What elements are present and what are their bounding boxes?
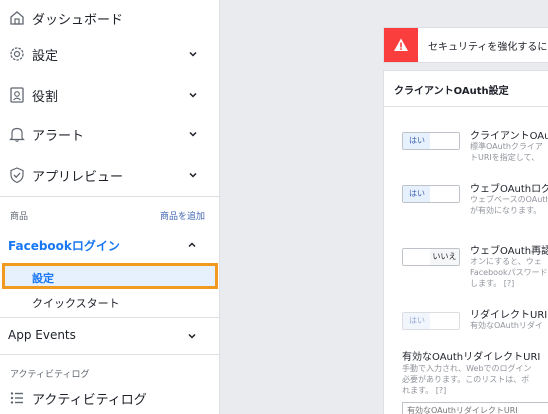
- sidebar-subitem-settings-selected[interactable]: 設定: [2, 263, 218, 289]
- sidebar: ダッシュボード 設定 役割 アラート アプリレビュー 商品 商品を追加 Face…: [0, 0, 220, 414]
- chevron-down-icon: [189, 131, 197, 137]
- toggle-no-label: [430, 186, 459, 202]
- chevron-down-icon: [188, 333, 196, 339]
- setting-desc: が有効になります。: [470, 206, 542, 215]
- sidebar-item-roles[interactable]: 役割: [0, 77, 220, 113]
- sidebar-item-facebook-login[interactable]: Facebookログイン: [8, 237, 120, 254]
- toggle-yes-label: [403, 249, 431, 265]
- home-icon: [10, 11, 24, 25]
- chevron-up-icon: [188, 242, 196, 248]
- toggle-yes-label: はい: [403, 313, 431, 329]
- bell-icon: [9, 127, 25, 142]
- sidebar-subitem-label: 設定: [32, 272, 54, 285]
- warning-icon: [394, 38, 408, 51]
- setting-title: ウェブOAuthログ: [470, 184, 548, 195]
- web-oauth-login-toggle[interactable]: はい: [402, 185, 460, 203]
- setting-desc: トURIを指定して、: [470, 153, 540, 162]
- setting-desc: オンにすると、ウェ: [470, 257, 542, 266]
- web-oauth-reauth-toggle[interactable]: いいえ: [402, 248, 460, 266]
- divider: [0, 317, 220, 318]
- sidebar-item-activity-log[interactable]: アクティビティログ: [0, 382, 220, 414]
- redirect-uri-field-desc: 必要があります。このリストは、ボ: [402, 375, 530, 384]
- redirect-uri-field-desc: れます。 [?]: [402, 386, 447, 395]
- sidebar-item-label: アラート: [32, 128, 85, 144]
- chevron-down-icon: [189, 92, 197, 98]
- sidebar-item-label: アクティビティログ: [32, 392, 147, 408]
- gear-icon: [10, 47, 24, 61]
- redirect-uri-input[interactable]: [402, 402, 548, 414]
- toggle-no-label: いいえ: [430, 249, 459, 265]
- toggle-yes-label: はい: [403, 133, 431, 149]
- activity-section-label: アクティビティログ: [10, 370, 90, 380]
- toggle-no-label: [430, 313, 459, 329]
- shield-check-icon: [10, 167, 24, 184]
- card-header: クライアントOAuth設定: [384, 71, 548, 107]
- list-icon: [10, 392, 23, 404]
- sidebar-item-alerts[interactable]: アラート: [0, 116, 220, 152]
- setting-title: ウェブOAuth再認: [470, 246, 548, 257]
- divider: [0, 354, 220, 355]
- add-product-link[interactable]: 商品を追加: [160, 209, 205, 222]
- sidebar-item-app-review[interactable]: アプリレビュー: [0, 157, 220, 193]
- setting-title: クライアントOAu: [470, 131, 548, 142]
- id-card-icon: [10, 87, 24, 103]
- card-title: クライアントOAuth設定: [394, 86, 509, 97]
- sidebar-item-label: 役割: [32, 89, 59, 105]
- chevron-down-icon: [189, 51, 197, 57]
- setting-desc: 標準OAuthクライア: [470, 142, 543, 151]
- alert-icon-box: [384, 28, 418, 62]
- sidebar-item-dashboard[interactable]: ダッシュボード: [0, 0, 220, 36]
- redirect-uri-field-desc: 手動で入力され、Webでのログイン: [402, 364, 532, 373]
- sidebar-subitem-quickstart[interactable]: クイックスタート: [32, 295, 120, 311]
- redirect-uri-field-title: 有効なOAuthリダイレクトURI: [402, 352, 541, 363]
- setting-title: リダイレクトURI: [470, 310, 548, 321]
- sidebar-item-settings[interactable]: 設定: [0, 36, 220, 72]
- setting-desc: します。 [?]: [470, 279, 515, 288]
- toggle-no-label: [430, 133, 459, 149]
- security-alert-banner[interactable]: セキュリティを強化するに: [383, 27, 548, 63]
- sidebar-item-label: 設定: [32, 48, 59, 64]
- sidebar-item-app-events[interactable]: App Events: [8, 328, 76, 342]
- client-oauth-settings-card: クライアントOAuth設定 はい クライアントOAu 標準OAuthクライア ト…: [383, 70, 548, 414]
- setting-desc: Facebookパスワード: [470, 268, 548, 277]
- setting-desc: 有効なOAuthリダイ: [470, 321, 543, 330]
- toggle-yes-label: はい: [403, 186, 431, 202]
- sidebar-item-label: ダッシュボード: [32, 12, 124, 28]
- redirect-uri-strict-toggle[interactable]: はい: [402, 312, 460, 330]
- sidebar-item-label: アプリレビュー: [32, 169, 124, 185]
- alert-text: セキュリティを強化するに: [428, 41, 548, 53]
- setting-desc: ウェブベースのOAuth: [470, 195, 548, 204]
- products-section-label: 商品: [10, 212, 29, 222]
- client-oauth-login-toggle[interactable]: はい: [402, 132, 460, 150]
- divider: [0, 196, 220, 197]
- chevron-down-icon: [189, 172, 197, 178]
